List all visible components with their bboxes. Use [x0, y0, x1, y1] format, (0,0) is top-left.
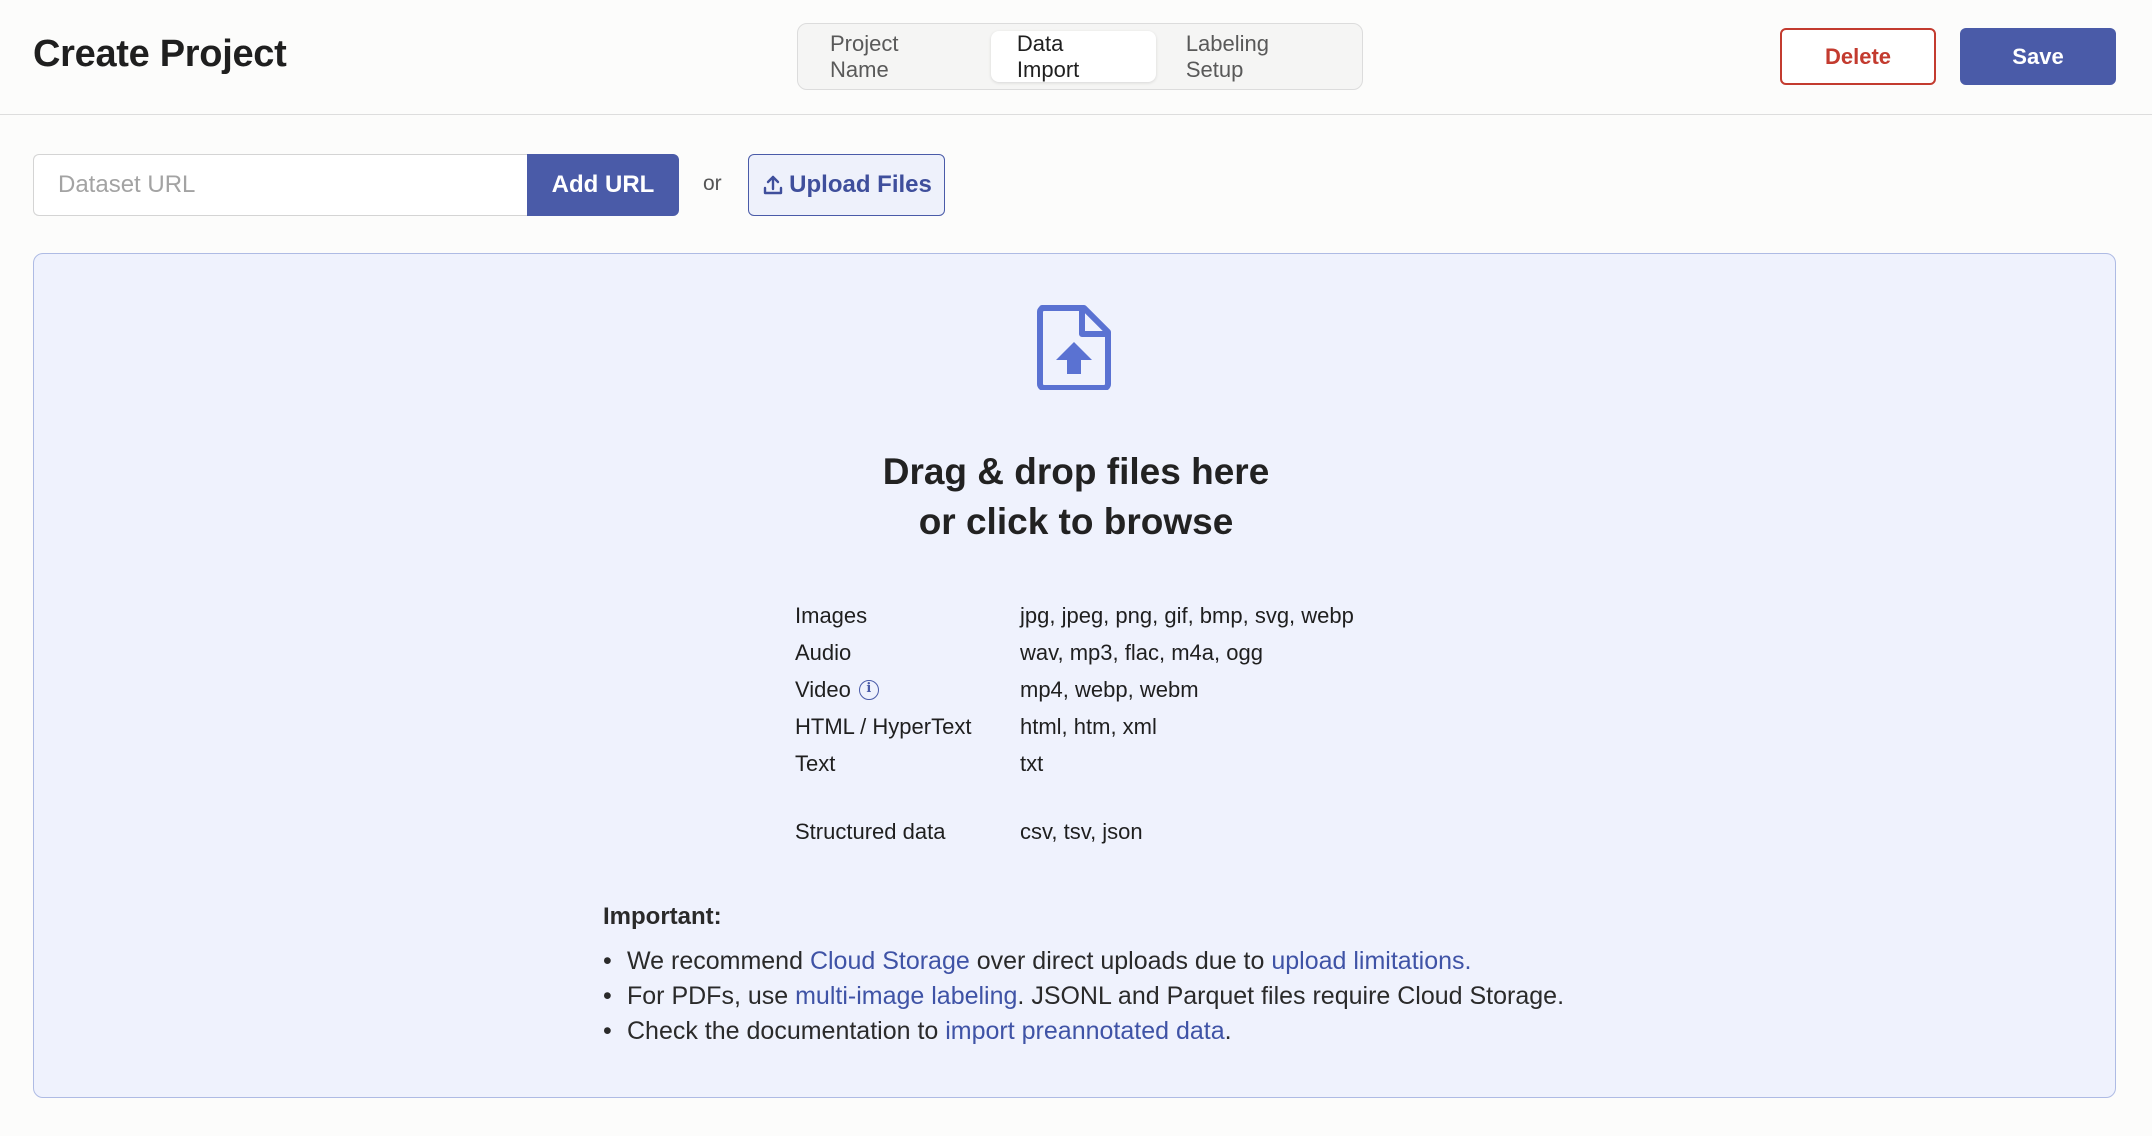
file-type-extensions: txt — [1020, 751, 1044, 776]
save-button[interactable]: Save — [1960, 28, 2116, 85]
multi-image-labeling-link[interactable]: multi-image labeling — [795, 982, 1017, 1010]
add-url-button[interactable]: Add URL — [527, 154, 679, 216]
note-item: • For PDFs, use multi-image labeling. JSO… — [603, 982, 1564, 1011]
bullet: • — [603, 947, 612, 975]
import-preannotated-data-link[interactable]: import preannotated data — [945, 1017, 1224, 1045]
file-type-name: Structured data — [795, 819, 946, 844]
tab-project-name[interactable]: Project Name — [804, 31, 987, 82]
upload-icon — [763, 175, 783, 195]
note-text: over direct uploads due to — [969, 947, 1272, 975]
upload-files-button[interactable]: Upload Files — [748, 154, 945, 216]
file-upload-icon — [1037, 305, 1111, 390]
header: Create Project Project Name Data Import … — [0, 0, 2152, 115]
upload-limitations-link[interactable]: upload limitations — [1271, 947, 1464, 975]
upload-files-label: Upload Files — [789, 171, 932, 198]
file-type-extensions: mp4, webp, webm — [1020, 677, 1199, 702]
delete-button[interactable]: Delete — [1780, 28, 1936, 85]
note-text: . JSONL and Parquet files require Cloud … — [1017, 982, 1565, 1010]
file-type-extensions: jpg, jpeg, png, gif, bmp, svg, webp — [1020, 603, 1354, 628]
file-type-name: Text — [795, 751, 836, 776]
file-type-name: Audio — [795, 640, 852, 665]
page-title: Create Project — [33, 33, 287, 75]
dataset-url-input[interactable] — [33, 154, 529, 216]
file-type-name-video: Video i — [795, 677, 879, 703]
note-item: • We recommend Cloud Storage over direct … — [603, 947, 1471, 976]
dropzone-title-line2: or click to browse — [918, 501, 1234, 542]
file-type-extensions: wav, mp3, flac, m4a, ogg — [1020, 640, 1263, 665]
note-item: • Check the documentation to import prean… — [603, 1017, 1232, 1046]
note-text: . — [1464, 947, 1472, 975]
file-type-name: Images — [795, 603, 868, 628]
tab-labeling-setup[interactable]: Labeling Setup — [1160, 31, 1356, 82]
info-icon[interactable]: i — [858, 680, 879, 700]
bullet: • — [603, 982, 612, 1010]
step-tabs: Project Name Data Import Labeling Setup — [797, 23, 1363, 90]
important-heading: Important: — [603, 903, 722, 930]
bullet: • — [603, 1017, 612, 1045]
or-separator: or — [703, 172, 722, 195]
file-type-name: HTML / HyperText — [795, 714, 972, 739]
file-type-name: Video — [795, 677, 851, 702]
file-type-extensions: csv, tsv, json — [1020, 819, 1143, 844]
note-text: We recommend — [627, 947, 810, 975]
cloud-storage-link[interactable]: Cloud Storage — [810, 947, 970, 975]
note-text: . — [1224, 1017, 1232, 1045]
dropzone-title-line1: Drag & drop files here — [882, 451, 1270, 492]
tab-data-import[interactable]: Data Import — [990, 31, 1156, 82]
file-type-extensions: html, htm, xml — [1020, 714, 1157, 739]
note-text: For PDFs, use — [627, 982, 796, 1010]
note-text: Check the documentation to — [627, 1017, 946, 1045]
